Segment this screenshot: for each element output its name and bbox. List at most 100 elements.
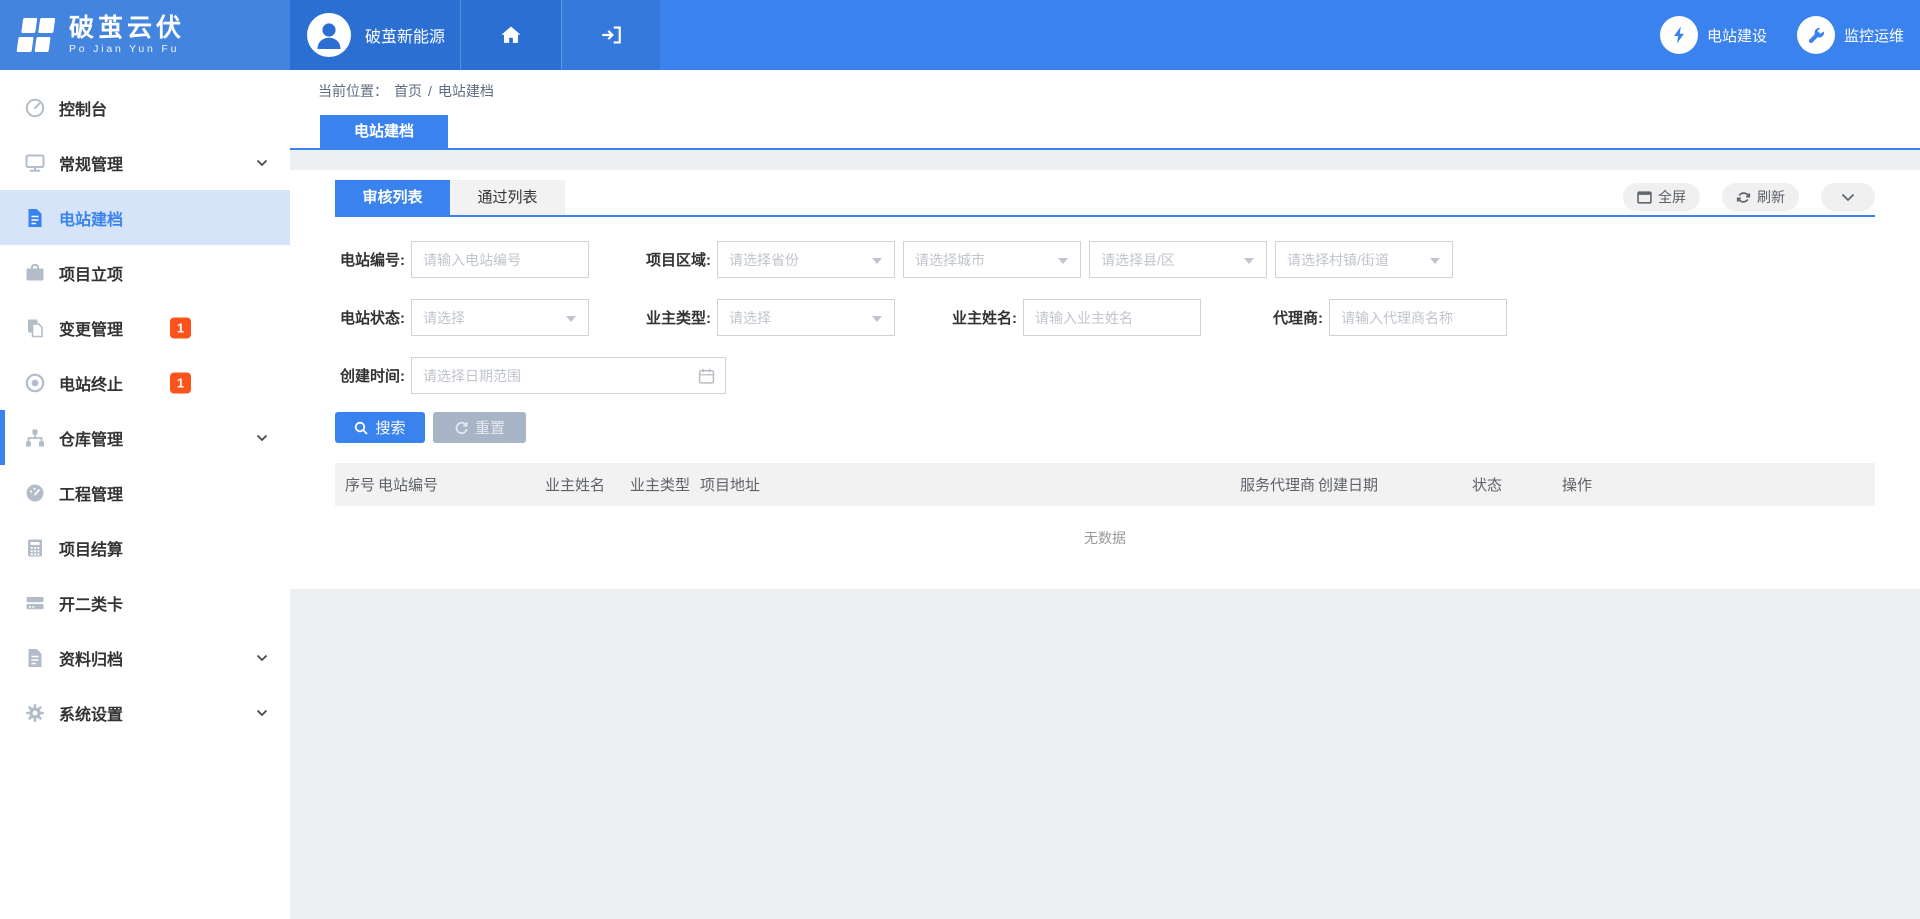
city-select[interactable]: 请选择城市 (903, 241, 1081, 278)
empty-state: 无数据 (335, 506, 1875, 570)
sidebar: 控制台 常规管理 电站建档 (0, 70, 290, 919)
sidebar-item-system-settings[interactable]: 系统设置 (0, 685, 290, 740)
col-status: 状态 (1472, 474, 1562, 495)
sidebar-item-station-termination[interactable]: 电站终止 1 (0, 355, 290, 410)
chevron-down-icon (1841, 193, 1855, 202)
filter-form: 电站编号: 项目区域: 请选择省份 请选择城市 请选择县/区 (335, 241, 1875, 394)
tab-approved-list[interactable]: 通过列表 (450, 180, 565, 215)
document-icon (24, 207, 46, 229)
home-icon (499, 23, 523, 47)
reset-button[interactable]: 重置 (433, 412, 526, 443)
agent-input[interactable] (1329, 299, 1507, 336)
brand-subtitle: Po Jian Yun Fu (69, 43, 185, 55)
date-range-picker[interactable]: 请选择日期范围 (411, 357, 726, 394)
main-content: 当前位置： 首页 / 电站建档 电站建档 审核列表 通过列表 全屏 (290, 70, 1920, 919)
company-name: 破茧新能源 (365, 23, 445, 47)
table-header-row: 序号 电站编号 业主姓名 业主类型 项目地址 服务代理商 创建日期 状态 操作 (335, 463, 1875, 506)
fullscreen-icon (1637, 190, 1652, 205)
owner-name-input[interactable] (1023, 299, 1201, 336)
town-select[interactable]: 请选择村镇/街道 (1275, 241, 1453, 278)
search-button[interactable]: 搜索 (335, 412, 425, 443)
top-header: 破茧云伏 Po Jian Yun Fu 破茧新能源 (0, 0, 1920, 70)
brand-title: 破茧云伏 (69, 15, 185, 42)
calculator-icon (24, 537, 46, 559)
col-owner-type: 业主类型 (630, 474, 700, 495)
breadcrumb-separator: / (428, 83, 432, 99)
fullscreen-button[interactable]: 全屏 (1623, 183, 1700, 211)
sidebar-item-change-mgmt[interactable]: 变更管理 1 (0, 300, 290, 355)
tab-review-list[interactable]: 审核列表 (335, 180, 450, 215)
search-icon (354, 421, 368, 435)
sidebar-item-engineering-mgmt[interactable]: 工程管理 (0, 465, 290, 520)
briefcase-icon (24, 262, 46, 284)
notification-badge: 1 (170, 317, 191, 338)
nav-station-build[interactable]: 电站建设 (1660, 16, 1767, 54)
nav-monitor-ops[interactable]: 监控运维 (1797, 16, 1904, 54)
col-actions: 操作 (1562, 474, 1875, 495)
col-service-agent: 服务代理商 (1240, 474, 1318, 495)
caret-down-icon (872, 258, 882, 264)
card-icon (24, 592, 46, 614)
station-no-input[interactable] (411, 241, 589, 278)
gauge-icon (24, 482, 46, 504)
station-status-select[interactable]: 请选择 (411, 299, 589, 336)
copy-icon (24, 317, 46, 339)
region-label: 项目区域: (641, 249, 711, 270)
sidebar-item-warehouse-mgmt[interactable]: 仓库管理 (0, 410, 290, 465)
collapse-button[interactable] (1821, 183, 1875, 211)
chevron-down-icon (256, 709, 268, 717)
logout-button[interactable] (561, 0, 660, 70)
monitor-icon (24, 152, 46, 174)
login-arrow-icon (599, 23, 623, 47)
avatar (307, 13, 351, 57)
station-status-label: 电站状态: (335, 307, 405, 328)
breadcrumb-prefix: 当前位置： (318, 81, 388, 101)
user-menu[interactable]: 破茧新能源 (290, 0, 460, 70)
sidebar-item-console[interactable]: 控制台 (0, 80, 290, 135)
filter-actions: 搜索 重置 (335, 412, 1875, 443)
station-filing-panel: 审核列表 通过列表 全屏 (290, 170, 1920, 589)
calendar-icon (698, 367, 715, 384)
page-tab-strip: 电站建档 (290, 112, 1920, 148)
brand-logo: 破茧云伏 Po Jian Yun Fu (0, 0, 290, 70)
sidebar-item-data-archive[interactable]: 资料归档 (0, 630, 290, 685)
sidebar-item-station-filing[interactable]: 电站建档 (0, 190, 290, 245)
wrench-icon (1797, 16, 1835, 54)
archive-icon (24, 647, 46, 669)
sidebar-item-project-initiation[interactable]: 项目立项 (0, 245, 290, 300)
col-create-date: 创建日期 (1318, 474, 1472, 495)
caret-down-icon (1430, 258, 1440, 264)
gear-icon (24, 702, 46, 724)
sidebar-item-project-settlement[interactable]: 项目结算 (0, 520, 290, 575)
header-nav: 电站建设 监控运维 (1630, 0, 1904, 70)
sitemap-icon (24, 427, 46, 449)
owner-type-select[interactable]: 请选择 (717, 299, 895, 336)
sidebar-item-general-mgmt[interactable]: 常规管理 (0, 135, 290, 190)
header-spacer (660, 0, 1630, 70)
brand-logo-icon (14, 13, 58, 57)
caret-down-icon (566, 316, 576, 322)
home-button[interactable] (460, 0, 561, 70)
caret-down-icon (1244, 258, 1254, 264)
county-select[interactable]: 请选择县/区 (1089, 241, 1267, 278)
tabs-underline (335, 215, 1875, 217)
create-time-label: 创建时间: (335, 365, 405, 386)
results-table: 序号 电站编号 业主姓名 业主类型 项目地址 服务代理商 创建日期 状态 操作 … (335, 463, 1875, 570)
sidebar-item-type2-card[interactable]: 开二类卡 (0, 575, 290, 630)
owner-name-label: 业主姓名: (947, 307, 1017, 328)
breadcrumb: 当前位置： 首页 / 电站建档 (290, 70, 1920, 112)
col-project-address: 项目地址 (700, 474, 1240, 495)
owner-type-label: 业主类型: (641, 307, 711, 328)
content-gap (290, 150, 1920, 170)
chevron-down-icon (256, 434, 268, 442)
breadcrumb-home-link[interactable]: 首页 (394, 81, 422, 101)
col-station-no: 电站编号 (378, 474, 545, 495)
breadcrumb-current: 电站建档 (438, 81, 494, 101)
page-tab-station-filing[interactable]: 电站建档 (320, 115, 448, 148)
chevron-down-icon (256, 654, 268, 662)
caret-down-icon (872, 316, 882, 322)
province-select[interactable]: 请选择省份 (717, 241, 895, 278)
agent-label: 代理商: (1253, 307, 1323, 328)
refresh-icon (1736, 190, 1751, 205)
refresh-button[interactable]: 刷新 (1722, 183, 1799, 211)
